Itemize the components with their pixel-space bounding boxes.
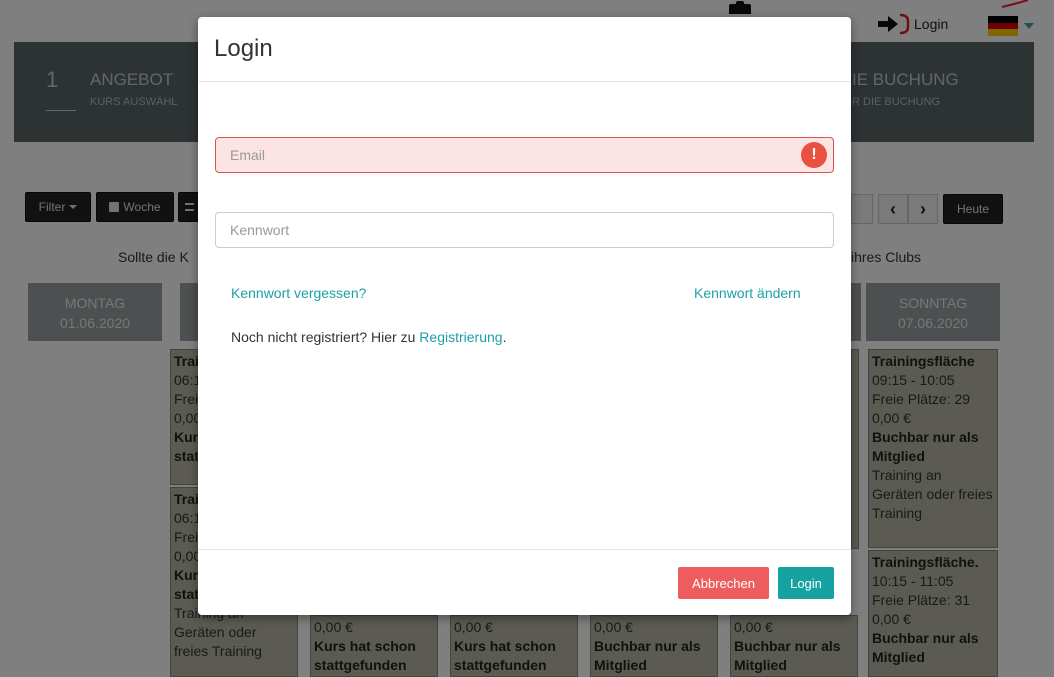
error-icon: ! <box>801 142 827 168</box>
modal-title: Login <box>214 35 273 62</box>
register-link[interactable]: Registrierung <box>419 329 502 345</box>
email-input[interactable] <box>215 137 834 173</box>
password-input[interactable] <box>215 212 834 248</box>
register-prefix: Noch nicht registriert? Hier zu <box>231 329 420 345</box>
change-password-link[interactable]: Kennwort ändern <box>694 285 801 301</box>
register-suffix: . <box>502 329 507 345</box>
login-modal: Login ! Kennwort vergessen? Kennwort änd… <box>198 17 851 615</box>
modal-header: Login <box>198 17 851 82</box>
modal-footer: Abbrechen Login <box>198 549 851 615</box>
forgot-password-link[interactable]: Kennwort vergessen? <box>231 285 366 301</box>
register-prompt: Noch nicht registriert? Hier zu Registri… <box>231 329 506 345</box>
login-button[interactable]: Login <box>778 567 834 599</box>
cancel-button[interactable]: Abbrechen <box>678 567 769 599</box>
